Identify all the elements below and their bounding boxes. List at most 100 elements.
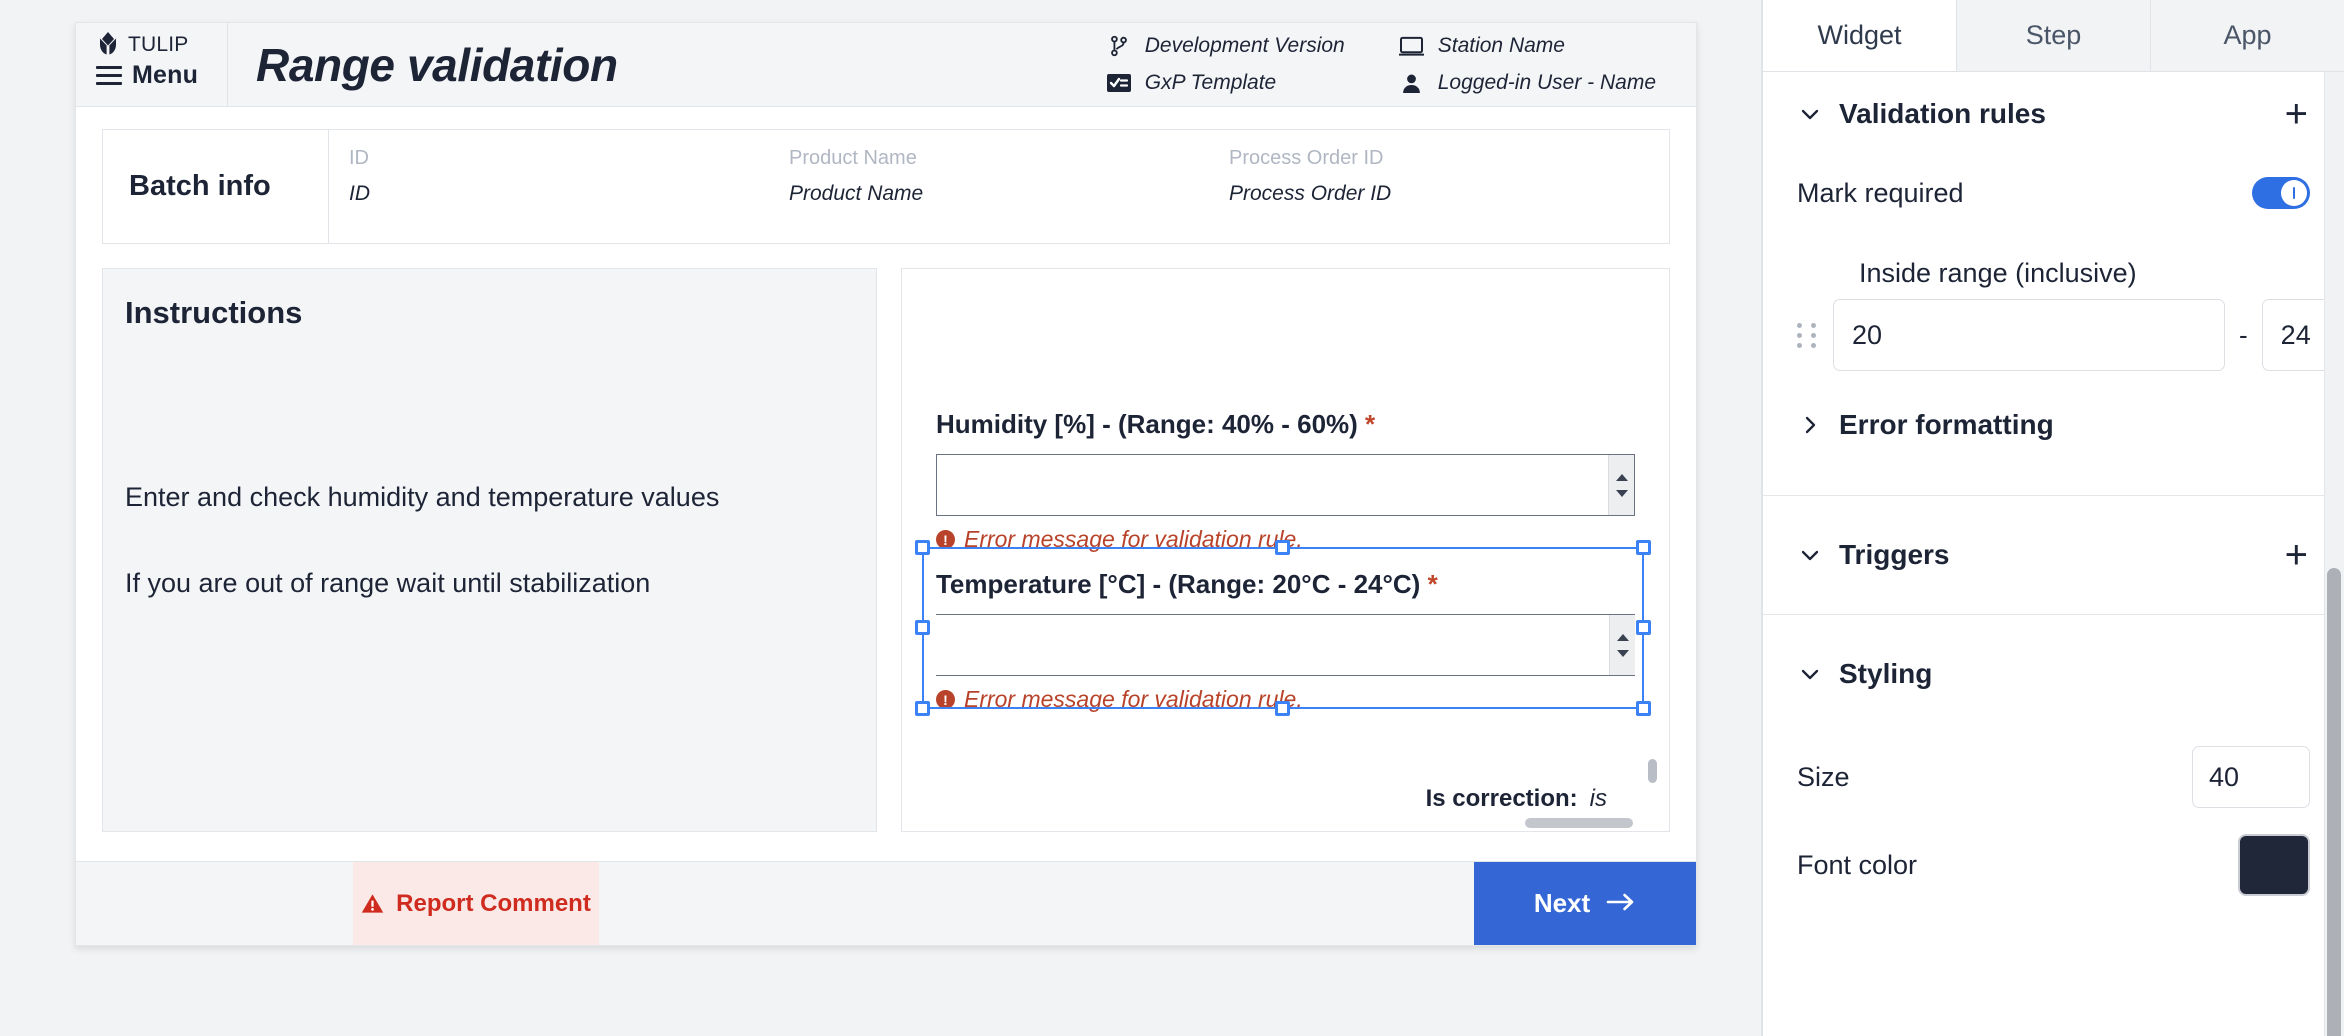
instructions-widget[interactable]: Instructions Enter and check humidity an… xyxy=(102,268,877,832)
stepper-up-icon[interactable] xyxy=(1615,473,1628,481)
tulip-logo-icon xyxy=(96,32,120,58)
hamburger-icon xyxy=(96,66,122,85)
brand-logo-row: TULIP xyxy=(96,32,227,58)
mark-required-label: Mark required xyxy=(1797,177,1964,208)
form-horizontal-scrollbar[interactable] xyxy=(1525,818,1633,828)
temperature-error: ! Error message for validation rule. xyxy=(935,686,1635,713)
error-formatting-title: Error formatting xyxy=(1839,409,2054,440)
tab-app[interactable]: App xyxy=(2151,0,2344,71)
humidity-input-wrapper[interactable] xyxy=(935,454,1635,516)
report-comment-label: Report Comment xyxy=(396,889,591,917)
range-rule-row: - xyxy=(1797,299,2344,401)
drag-handle-icon[interactable] xyxy=(1797,320,1819,350)
batch-field-key: ID xyxy=(349,147,369,169)
chevron-down-icon xyxy=(1797,662,1823,686)
meta-version: Development Version xyxy=(1106,34,1345,58)
app-root: TULIP Menu Range validation Development … xyxy=(0,0,2344,1036)
tab-step[interactable]: Step xyxy=(1957,0,2151,71)
brand-block: TULIP Menu xyxy=(76,23,228,106)
error-formatting-header[interactable]: Error formatting xyxy=(1797,401,2310,461)
stepper-down-icon[interactable] xyxy=(1615,489,1628,497)
tab-widget[interactable]: Widget xyxy=(1763,0,1957,71)
instructions-paragraph: If you are out of range wait until stabi… xyxy=(125,567,651,598)
meta-col-left: Development Version GxP Template xyxy=(1106,34,1345,95)
is-correction-row: Is correction: is xyxy=(1426,785,1607,813)
footer-middle-spacer xyxy=(599,862,1474,945)
batch-info-widget: Batch info ID ID Product Name Product Na… xyxy=(102,129,1670,244)
range-min-input[interactable] xyxy=(1833,299,2225,371)
batch-info-label: Batch info xyxy=(129,170,271,202)
chevron-down-icon xyxy=(1797,102,1823,126)
user-icon xyxy=(1399,71,1425,95)
mark-required-row: Mark required xyxy=(1797,156,2310,230)
styling-header[interactable]: Styling xyxy=(1797,615,2310,733)
instructions-body: Enter and check humidity and temperature… xyxy=(125,479,854,603)
batch-field-value: ID xyxy=(349,182,370,205)
stepper-up-icon[interactable] xyxy=(1616,633,1629,641)
meta-col-right: Station Name Logged-in User - Name xyxy=(1399,34,1656,95)
batch-field-process-order-id: Process Order ID Process Order ID xyxy=(1229,147,1669,243)
stepper-down-icon[interactable] xyxy=(1616,649,1629,657)
required-asterisk: * xyxy=(1365,409,1376,439)
size-label: Size xyxy=(1797,761,1850,792)
triggers-title: Triggers xyxy=(1839,539,1950,570)
menu-button[interactable]: Menu xyxy=(96,61,227,90)
is-correction-value: is xyxy=(1589,785,1607,812)
temperature-input[interactable] xyxy=(935,615,1609,675)
resize-handle-top-left[interactable] xyxy=(914,540,930,555)
font-color-label: Font color xyxy=(1797,849,1918,880)
next-button-label: Next xyxy=(1533,888,1591,918)
monitor-icon xyxy=(1399,34,1425,58)
batch-field-value: Product Name xyxy=(789,182,924,205)
meta-user: Logged-in User - Name xyxy=(1399,71,1656,95)
brand-name: TULIP xyxy=(128,33,189,56)
resize-handle-bottom-right[interactable] xyxy=(1635,701,1651,716)
range-separator: - xyxy=(2239,319,2248,350)
add-trigger-button[interactable]: + xyxy=(2283,535,2310,575)
resize-handle-bottom-left[interactable] xyxy=(914,701,930,716)
resize-handle-middle-left[interactable] xyxy=(914,620,930,635)
temperature-stepper[interactable] xyxy=(1609,615,1635,675)
required-asterisk: * xyxy=(1427,569,1438,599)
form-vertical-scrollbar[interactable] xyxy=(1648,759,1657,783)
batch-field-id: ID ID xyxy=(349,147,789,243)
arrow-right-icon xyxy=(1606,888,1636,919)
temperature-error-text: Error message for validation rule. xyxy=(963,686,1303,712)
error-icon: ! xyxy=(935,690,955,709)
resize-handle-top-right[interactable] xyxy=(1635,540,1651,555)
validation-rules-header[interactable]: Validation rules + xyxy=(1797,72,2310,156)
app-footer: Report Comment Next xyxy=(76,861,1696,945)
mark-required-toggle[interactable] xyxy=(2252,177,2310,209)
temperature-field-group: Temperature [°C] - (Range: 20°C - 24°C) … xyxy=(935,569,1635,713)
sidebar-scroll-area: Validation rules + Mark required Inside … xyxy=(1763,72,2344,1036)
tulip-app-preview: TULIP Menu Range validation Development … xyxy=(75,22,1697,946)
meta-station-label: Station Name xyxy=(1437,34,1565,57)
instructions-paragraph: Enter and check humidity and temperature… xyxy=(125,482,720,512)
resize-handle-middle-right[interactable] xyxy=(1635,620,1651,635)
report-comment-button[interactable]: Report Comment xyxy=(353,862,599,945)
font-color-swatch[interactable] xyxy=(2238,834,2310,896)
humidity-error-text: Error message for validation rule. xyxy=(963,526,1303,552)
humidity-stepper[interactable] xyxy=(1608,455,1634,515)
triggers-header[interactable]: Triggers + xyxy=(1797,496,2310,614)
size-input[interactable] xyxy=(2192,746,2310,808)
temperature-input-wrapper[interactable] xyxy=(935,614,1635,676)
sidebar-scrollbar-track[interactable] xyxy=(2324,72,2344,1036)
batch-field-value: Process Order ID xyxy=(1229,182,1392,205)
meta-template: GxP Template xyxy=(1106,71,1345,95)
rule-title: Inside range (inclusive) xyxy=(1859,258,2137,288)
meta-version-label: Development Version xyxy=(1144,34,1345,57)
humidity-label-text: Humidity [%] - (Range: 40% - 60%) xyxy=(935,409,1358,439)
add-validation-rule-button[interactable]: + xyxy=(2283,94,2310,134)
next-button[interactable]: Next xyxy=(1474,862,1696,945)
styling-title: Styling xyxy=(1839,658,1933,689)
sidebar-scrollbar-thumb[interactable] xyxy=(2327,568,2341,1036)
chevron-down-icon xyxy=(1797,543,1823,567)
humidity-error: ! Error message for validation rule. xyxy=(935,526,1635,553)
is-correction-label: Is correction: xyxy=(1425,785,1578,812)
validation-rules-title: Validation rules xyxy=(1839,98,2046,129)
error-icon: ! xyxy=(935,530,955,549)
humidity-input[interactable] xyxy=(936,455,1608,515)
app-header: TULIP Menu Range validation Development … xyxy=(76,23,1696,107)
branch-icon xyxy=(1106,34,1132,58)
